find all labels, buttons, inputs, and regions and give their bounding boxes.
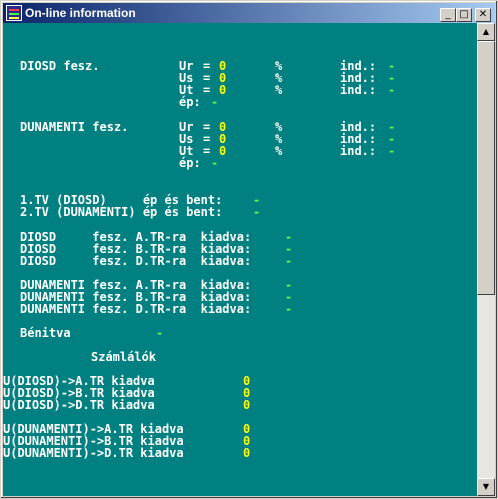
dunamenti-ut-unit: % — [275, 144, 283, 158]
counters-title: Számlálók — [91, 350, 157, 364]
scroll-up-button[interactable]: ▲ — [477, 23, 495, 41]
counter-dunamenti-d-label: U(DUNAMENTI)->D.TR kiadva — [3, 446, 184, 460]
maximize-button[interactable]: □ — [456, 8, 472, 22]
diosd-ut-ind-value: - — [388, 83, 396, 97]
diosd-tr-d-value: - — [285, 254, 293, 268]
benitva-value: - — [156, 326, 164, 340]
counter-diosd-d-label: U(DIOSD)->D.TR kiadva — [3, 398, 155, 412]
diosd-label: DIOSD fesz. — [20, 59, 100, 73]
counter-diosd-d-value: 0 — [243, 398, 251, 412]
diosd-ut-unit: % — [275, 83, 283, 97]
scrollbar-thumb[interactable] — [477, 41, 495, 295]
benitva-label: Bénitva — [20, 326, 71, 340]
diosd-ep-label: ép: — [179, 95, 201, 109]
app-icon[interactable] — [6, 5, 22, 21]
counter-dunamenti-d-value: 0 — [243, 446, 251, 460]
diosd-ut-value: 0 — [219, 83, 227, 97]
dunamenti-ut-eq: = — [203, 144, 211, 158]
tv2-label: 2.TV (DUNAMENTI) ép és bent: — [20, 205, 223, 219]
scroll-down-button[interactable]: ▼ — [477, 478, 495, 496]
vertical-scrollbar[interactable]: ▲ ▼ — [477, 23, 495, 496]
dunamenti-tr-d-label: DUNAMENTI fesz. D.TR-ra kiadva: — [20, 302, 252, 316]
dunamenti-ut-value: 0 — [219, 144, 227, 158]
dunamenti-ut-ind-label: ind.: — [340, 144, 377, 158]
diosd-ut-ind-label: ind.: — [340, 83, 377, 97]
dunamenti-ut-ind-value: - — [388, 144, 396, 158]
dunamenti-ep-label: ép: — [179, 156, 201, 170]
diosd-ut-eq: = — [203, 83, 211, 97]
dunamenti-label: DUNAMENTI fesz. — [20, 120, 129, 134]
tv2-value: - — [253, 205, 261, 219]
app-window: On-line information _ □ ✕ DIOSD fesz. Ur… — [0, 0, 498, 499]
dunamenti-ep-value: - — [211, 156, 219, 170]
console-area: DIOSD fesz. Ur = 0 % ind.: - Us = 0 % in… — [3, 23, 477, 496]
minimize-button[interactable]: _ — [440, 8, 456, 22]
diosd-ep-value: - — [211, 95, 219, 109]
close-button[interactable]: ✕ — [475, 8, 491, 22]
dunamenti-tr-d-value: - — [285, 302, 293, 316]
title-bar[interactable]: On-line information _ □ ✕ — [3, 3, 495, 23]
diosd-tr-d-label: DIOSD fesz. D.TR-ra kiadva: — [20, 254, 252, 268]
window-title: On-line information — [25, 6, 136, 20]
